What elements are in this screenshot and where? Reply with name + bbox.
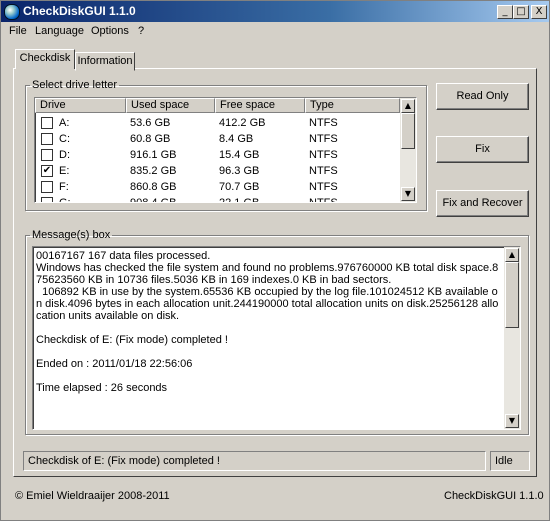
column-header-type[interactable]: Type [305,98,400,113]
drive-checkbox[interactable] [41,133,53,145]
drive-checkbox[interactable] [41,149,53,161]
drive-cell-free: 96.3 GB [219,165,260,177]
drive-row[interactable]: F: 860.8 GB 70.7 GB NTFS [35,179,399,195]
drive-cell-used: 53.6 GB [130,117,171,129]
drive-cell-free: 70.7 GB [219,181,260,193]
maximize-button[interactable]: □ [513,5,529,19]
window-title: CheckDiskGUI 1.1.0 [23,4,136,18]
drive-cell-drive: F: [59,181,69,193]
drive-checkbox[interactable]: ✔ [41,165,53,177]
drive-cell-type: NTFS [309,197,338,203]
drive-group-legend: Select drive letter [32,79,117,91]
drive-cell-drive: A: [59,117,70,129]
drive-row[interactable]: G: 908.4 GB 22.1 GB NTFS [35,195,399,203]
drive-cell-drive: G: [59,197,71,203]
read-only-button[interactable]: Read Only [436,83,529,110]
disk-app-icon [4,4,20,20]
column-header-used[interactable]: Used space [126,98,215,113]
close-button[interactable]: X [531,5,547,19]
drive-cell-type: NTFS [309,149,338,161]
drive-cell-type: NTFS [309,133,338,145]
drive-cell-used: 860.8 GB [130,181,177,193]
message-scrollbar[interactable]: ▲ ▼ [504,247,520,429]
status-message: Checkdisk of E: (Fix mode) completed ! [23,451,486,471]
drive-row[interactable]: D: 916.1 GB 15.4 GB NTFS [35,147,399,163]
drive-cell-drive: E: [59,165,70,177]
drive-cell-used: 835.2 GB [130,165,177,177]
drive-cell-drive: D: [59,149,70,161]
messages-group-legend: Message(s) box [32,229,111,241]
message-text: 00167167 167 data files processed. Windo… [36,250,499,394]
menu-options[interactable]: Options [91,25,129,37]
minimize-button[interactable]: _ [497,5,513,19]
scroll-thumb[interactable] [401,113,415,149]
drive-list-scrollbar[interactable]: ▲ ▼ [400,98,416,202]
fix-and-recover-button[interactable]: Fix and Recover [436,190,529,217]
column-header-drive[interactable]: Drive [35,98,126,113]
drive-checkbox[interactable] [41,197,53,202]
drive-row[interactable]: A: 53.6 GB 412.2 GB NTFS [35,115,399,131]
fix-button[interactable]: Fix [436,136,529,163]
copyright-text: © Emiel Wieldraaijer 2008-2011 [15,490,170,502]
scroll-down-icon[interactable]: ▼ [401,187,415,201]
tab-checkdisk[interactable]: Checkdisk [15,49,75,69]
drive-cell-type: NTFS [309,165,338,177]
drive-cell-type: NTFS [309,117,338,129]
drive-cell-used: 908.4 GB [130,197,177,203]
message-scroll-down-icon[interactable]: ▼ [505,414,519,428]
drive-cell-free: 22.1 GB [219,197,260,203]
drive-row[interactable]: ✔ E: 835.2 GB 96.3 GB NTFS [35,163,399,179]
message-scroll-up-icon[interactable]: ▲ [505,248,519,262]
app-window: CheckDiskGUI 1.1.0 _ □ X File Language O… [0,0,550,521]
drive-cell-used: 916.1 GB [130,149,177,161]
drive-cell-free: 412.2 GB [219,117,266,129]
menu-help[interactable]: ? [138,25,144,37]
drive-cell-free: 8.4 GB [219,133,254,145]
column-header-free[interactable]: Free space [215,98,305,113]
drive-row[interactable]: C: 60.8 GB 8.4 GB NTFS [35,131,399,147]
drive-cell-used: 60.8 GB [130,133,171,145]
title-bar[interactable]: CheckDiskGUI 1.1.0 _ □ X [1,1,549,22]
status-state: Idle [490,451,530,471]
scroll-up-icon[interactable]: ▲ [401,99,415,113]
drive-checkbox[interactable] [41,117,53,129]
version-text: CheckDiskGUI 1.1.0 [444,490,544,502]
drive-cell-drive: C: [59,133,70,145]
drive-list[interactable]: Drive Used space Free space Type A: 53.6 … [34,97,417,203]
drive-cell-free: 15.4 GB [219,149,260,161]
message-scroll-thumb[interactable] [505,262,519,328]
menu-file[interactable]: File [9,25,27,37]
message-box[interactable]: 00167167 167 data files processed. Windo… [32,246,521,430]
menu-language[interactable]: Language [35,25,84,37]
tab-information[interactable]: Information [75,52,135,71]
drive-checkbox[interactable] [41,181,53,193]
drive-cell-type: NTFS [309,181,338,193]
